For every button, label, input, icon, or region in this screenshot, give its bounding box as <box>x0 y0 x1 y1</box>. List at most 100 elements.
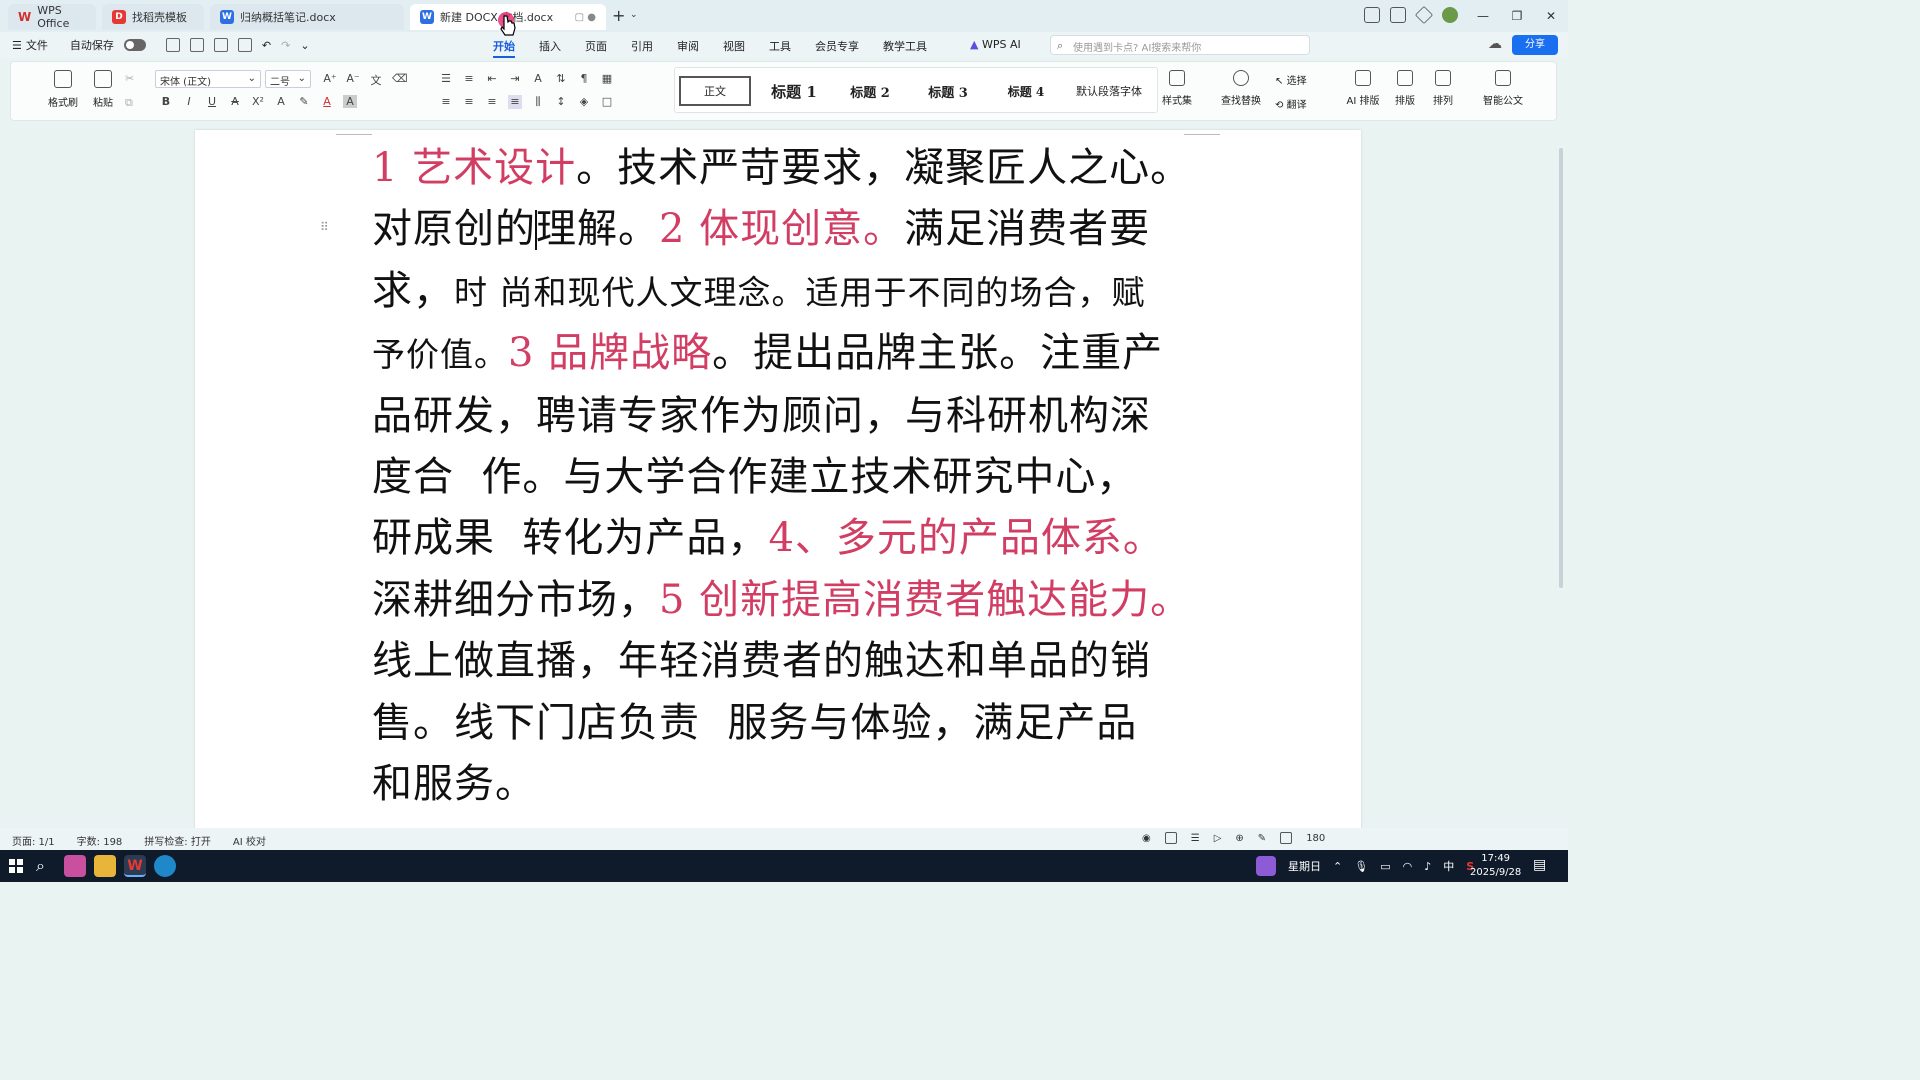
file-explorer-icon[interactable] <box>94 855 116 877</box>
ai-proofread[interactable]: AI 校对 <box>233 833 266 848</box>
table-icon[interactable]: ▦ <box>600 72 614 85</box>
scrollbar-thumb[interactable] <box>1559 148 1563 588</box>
calendar-icon[interactable] <box>1256 856 1276 876</box>
phonetic-icon[interactable]: 文 <box>369 72 383 88</box>
translate-button[interactable]: ⟲ 翻译 <box>1275 96 1307 111</box>
format-painter-button[interactable]: 格式刷 <box>43 70 83 109</box>
align-right-icon[interactable]: ≡ <box>485 95 499 109</box>
web-view-icon[interactable]: ⊕ <box>1235 833 1243 844</box>
save-icon[interactable] <box>165 38 180 52</box>
system-clock[interactable]: 17:49 2025/9/28 <box>1470 852 1521 880</box>
search-icon[interactable]: ⌕ <box>36 856 45 876</box>
close-icon[interactable]: ✕ <box>1534 9 1568 23</box>
tab-wps-office[interactable]: W WPS Office <box>8 4 96 30</box>
chevron-down-icon[interactable]: ⌄ <box>630 10 638 20</box>
tab-teaching[interactable]: 教学工具 <box>883 38 927 54</box>
document-line[interactable]: 品研发，聘请专家作为顾问，与科研机构深 <box>372 386 1187 447</box>
minimize-icon[interactable]: — <box>1466 9 1500 23</box>
taskbar-app-icon[interactable] <box>64 855 86 877</box>
document-line[interactable]: 对原创的理解。2 体现创意。满足消费者要 <box>372 199 1187 260</box>
style-normal[interactable]: 正文 <box>679 76 751 106</box>
fit-page-icon[interactable] <box>1280 832 1293 844</box>
clear-format-icon[interactable]: ⌫ <box>392 72 408 88</box>
redo-icon[interactable]: ↷ <box>281 39 290 52</box>
document-line[interactable]: 予价值。3 品牌战略。提出品牌主张。注重产 <box>372 323 1187 385</box>
increase-indent-icon[interactable]: ⇥ <box>508 72 522 85</box>
pen-icon[interactable]: ✎ <box>1258 833 1266 844</box>
show-marks-icon[interactable]: ¶ <box>577 72 591 85</box>
screenshot-icon[interactable] <box>1364 7 1380 23</box>
paste-button[interactable]: 粘贴 <box>83 70 123 109</box>
char-shading-icon[interactable]: A <box>343 95 357 108</box>
grow-font-icon[interactable]: A⁺ <box>323 72 337 88</box>
document-line[interactable]: 研成果 转化为产品，4、多元的产品体系。 <box>372 508 1187 569</box>
tab-home[interactable]: 开始 <box>493 38 515 58</box>
ai-layout-button[interactable]: AI 排版 <box>1341 70 1385 107</box>
page-view-icon[interactable] <box>1164 832 1177 844</box>
eye-icon[interactable]: ◉ <box>1142 833 1151 844</box>
style-heading-1[interactable]: 标题 1 <box>759 76 829 106</box>
tab-references[interactable]: 引用 <box>631 38 653 54</box>
tab-member[interactable]: 会员专享 <box>815 38 859 54</box>
distribute-icon[interactable]: ⫼ <box>531 95 545 109</box>
strikethrough-icon[interactable]: A <box>228 95 242 108</box>
windows-start-icon[interactable] <box>9 859 23 873</box>
sort-icon[interactable]: ⇅ <box>554 72 568 85</box>
smart-doc-button[interactable]: 智能公文 <box>1477 70 1529 107</box>
border-icon[interactable]: □ <box>600 95 614 109</box>
tab-insert[interactable]: 插入 <box>539 38 561 54</box>
bold-icon[interactable]: B <box>159 95 173 108</box>
print-preview-icon[interactable] <box>189 38 204 52</box>
numbering-icon[interactable]: ≡ <box>462 72 476 85</box>
print-icon[interactable] <box>213 38 228 52</box>
tab-notes-doc[interactable]: W 归纳概括笔记.docx <box>210 4 404 30</box>
highlight-icon[interactable]: ✎ <box>297 95 311 108</box>
search-input[interactable]: ⌕ 使用遇到卡点? AI搜索来帮你 <box>1050 35 1310 55</box>
hamburger-icon[interactable]: ☰ <box>12 39 22 52</box>
find-replace-button[interactable]: 查找替换 <box>1215 70 1267 107</box>
decrease-indent-icon[interactable]: ⇤ <box>485 72 499 85</box>
arrange-button[interactable]: 排列 <box>1425 70 1461 107</box>
align-center-icon[interactable]: ≡ <box>462 95 476 109</box>
vertical-scrollbar[interactable] <box>1556 126 1566 826</box>
wifi-icon[interactable]: ◠ <box>1403 860 1413 873</box>
underline-icon[interactable]: U <box>205 95 219 108</box>
avatar[interactable] <box>1442 7 1458 23</box>
ime-indicator[interactable]: 中 <box>1443 858 1454 874</box>
export-icon[interactable] <box>237 38 252 52</box>
text-effect-icon[interactable]: A <box>274 95 288 108</box>
document-line[interactable]: 度合 作。与大学合作建立技术研究中心， <box>372 447 1187 508</box>
microphone-icon[interactable]: 🎙 <box>1354 860 1368 873</box>
autosave-toggle[interactable] <box>123 39 146 51</box>
page-count[interactable]: 页面: 1/1 <box>12 833 55 848</box>
edge-browser-icon[interactable] <box>154 855 176 877</box>
window-icon[interactable] <box>1390 7 1406 23</box>
notification-icon[interactable]: ▤ <box>1533 857 1546 873</box>
text-direction-icon[interactable]: A <box>531 72 545 85</box>
zoom-level[interactable]: 180 <box>1306 833 1325 844</box>
shading-icon[interactable]: ◈ <box>577 95 591 109</box>
style-heading-4[interactable]: 标题 4 <box>991 76 1061 106</box>
restore-icon[interactable]: ❐ <box>1500 9 1534 23</box>
italic-icon[interactable]: I <box>182 95 196 108</box>
document-line[interactable]: 和服务。 <box>372 754 1187 815</box>
document-line[interactable]: 1 艺术设计。技术严苛要求，凝聚匠人之心。 <box>372 138 1190 199</box>
share-button[interactable]: 分享 <box>1512 35 1558 55</box>
document-line[interactable]: 售。线下门店负责 服务与体验，满足产品 <box>372 693 1187 754</box>
tab-status-dot-icon[interactable]: ▢ ● <box>575 12 596 23</box>
tab-view[interactable]: 视图 <box>723 38 745 54</box>
style-heading-3[interactable]: 标题 3 <box>913 76 983 106</box>
select-button[interactable]: ↖ 选择 <box>1275 72 1307 87</box>
cloud-sync-icon[interactable]: ☁ <box>1488 36 1502 52</box>
superscript-icon[interactable]: X² <box>251 95 265 108</box>
cut-icon[interactable]: ✂ <box>125 72 134 85</box>
new-tab-plus-icon[interactable]: + <box>612 6 625 25</box>
play-icon[interactable]: ▷ <box>1214 833 1222 844</box>
battery-icon[interactable]: ▭ <box>1380 860 1390 873</box>
wps-ai-button[interactable]: ▲ WPS AI <box>970 38 1021 51</box>
justify-icon[interactable]: ≡ <box>508 95 522 109</box>
outline-view-icon[interactable]: ☰ <box>1191 833 1200 844</box>
wps-taskbar-icon[interactable]: W <box>124 855 146 877</box>
font-name-select[interactable]: 宋体 (正文) ⌄ <box>155 70 261 88</box>
document-line[interactable]: 线上做直播，年轻消费者的触达和单品的销 <box>372 631 1187 692</box>
